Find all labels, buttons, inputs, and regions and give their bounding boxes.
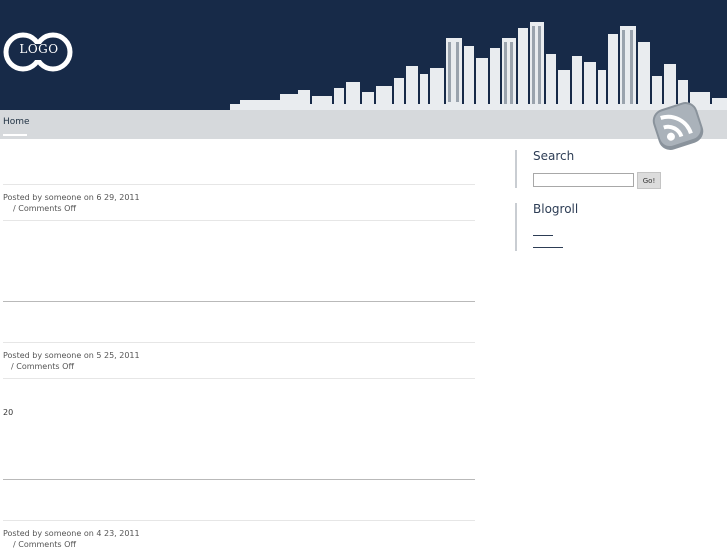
post-separator	[3, 301, 475, 302]
post-divider	[3, 520, 475, 521]
logo[interactable]: LOGO	[3, 31, 73, 73]
nav-bar: Home	[0, 110, 727, 139]
city-skyline-image	[230, 22, 727, 110]
post-divider	[3, 342, 475, 343]
nav-active-indicator	[3, 134, 27, 136]
site-header: LOGO	[0, 0, 727, 110]
post-body: 20	[3, 408, 14, 417]
post-separator	[3, 479, 475, 480]
post-comments-link[interactable]: / Comments Off	[11, 361, 74, 372]
post-divider	[3, 184, 475, 185]
sidebar-accent-bar	[515, 203, 517, 251]
search-go-button[interactable]: Go!	[637, 172, 661, 189]
post-meta: Posted by someone on 5 25, 2011	[3, 351, 140, 360]
post-divider	[3, 378, 475, 379]
post-meta: Posted by someone on 6 29, 2011	[3, 193, 140, 202]
post-meta: Posted by someone on 4 23, 2011	[3, 529, 140, 538]
post-comments-link[interactable]: / Comments Off	[13, 203, 76, 214]
search-input[interactable]	[533, 173, 634, 187]
logo-text: LOGO	[19, 42, 59, 56]
blogroll-link[interactable]	[533, 235, 553, 236]
blogroll-widget-title: Blogroll	[533, 202, 579, 216]
sidebar-accent-bar	[515, 150, 517, 188]
rss-icon[interactable]	[651, 101, 705, 151]
blogroll-link[interactable]	[533, 247, 563, 248]
nav-item-home[interactable]: Home	[3, 117, 30, 127]
search-widget-title: Search	[533, 149, 575, 163]
post-divider	[3, 220, 475, 221]
